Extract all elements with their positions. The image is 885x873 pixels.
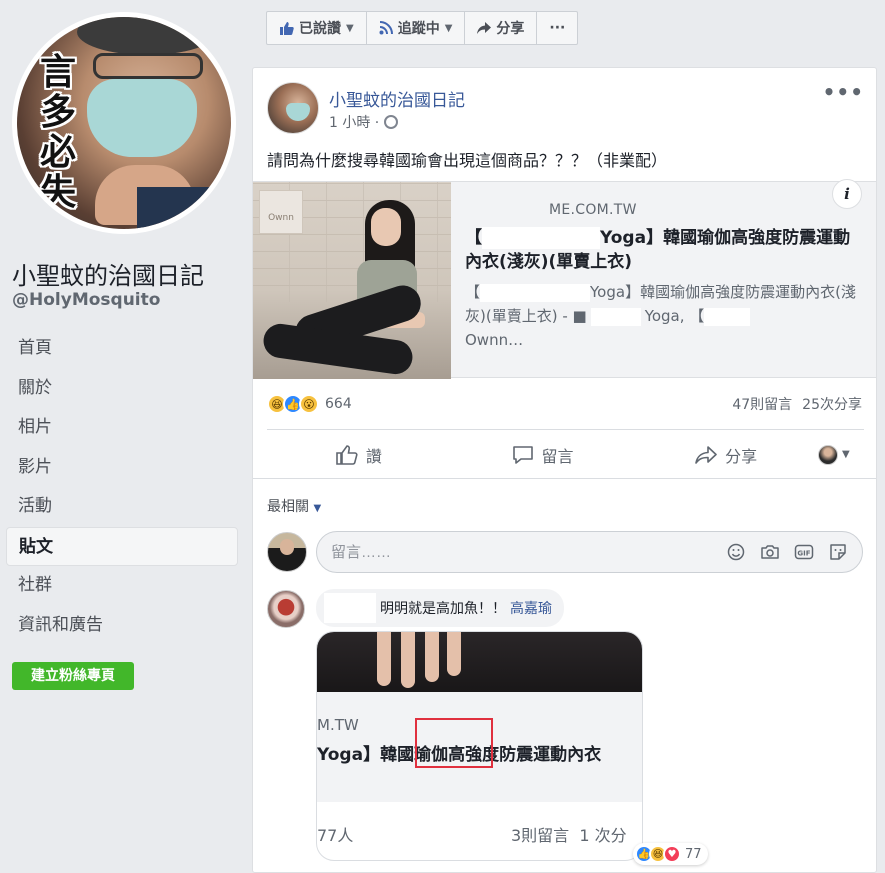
attachment-preview: M.TW Yoga】韓國瑜伽高強度防震運動內衣	[317, 692, 642, 802]
link-description: 【Yoga】韓國瑜伽高強度防震運動內衣(淺灰)(單賣上衣) - ■ Yoga, 【…	[465, 283, 856, 349]
commenter-avatar[interactable]	[267, 590, 305, 628]
svg-text:GIF: GIF	[797, 550, 810, 558]
comment-attachment[interactable]: M.TW Yoga】韓國瑜伽高強度防震運動內衣 77人 3則留言 1 次分	[316, 631, 643, 861]
profile-photo: 言多必失	[17, 17, 231, 229]
left-column: 言多必失 小聖蚊的治國日記 @HolyMosquito 首頁 關於 相片 影片 …	[0, 0, 252, 873]
highlight-box	[415, 718, 493, 768]
page-nav: 首頁 關於 相片 影片 活動 貼文 社群 資訊和廣告	[6, 329, 238, 645]
post-actions: 讚 留言 分享 ▼	[267, 429, 864, 479]
link-preview-image: Ownn	[253, 182, 451, 379]
create-page-button[interactable]: 建立粉絲專頁	[12, 662, 134, 690]
page-handle[interactable]: @HolyMosquito	[12, 290, 160, 310]
following-button[interactable]: 追蹤中 ▼	[367, 12, 466, 44]
comment-button[interactable]: 留言	[451, 443, 635, 467]
redaction	[704, 307, 751, 326]
comment-composer: GIF	[316, 531, 863, 573]
sticker-icon[interactable]	[828, 542, 848, 562]
share-button[interactable]: 分享	[634, 443, 818, 467]
ellipsis-icon: ···	[549, 20, 566, 36]
page-name[interactable]: 小聖蚊的治國日記	[12, 256, 204, 291]
gif-icon[interactable]: GIF	[794, 542, 814, 562]
profile-picture[interactable]: 言多必失	[12, 12, 236, 234]
share-arrow-icon	[695, 445, 717, 464]
post-timestamp[interactable]: 1 小時 ·	[329, 112, 399, 132]
love-reaction-icon: ♥	[663, 845, 681, 863]
comment-bubble-icon	[512, 445, 533, 464]
share-count[interactable]: 25次分享	[802, 394, 862, 414]
nav-item-info-ads[interactable]: 資訊和廣告	[6, 606, 238, 646]
camera-icon[interactable]	[760, 542, 780, 562]
nav-item-events[interactable]: 活動	[6, 487, 238, 527]
nav-item-posts[interactable]: 貼文	[6, 526, 238, 566]
redaction	[324, 593, 376, 623]
comment-reactions[interactable]: 👍 😆 ♥ 77	[633, 843, 708, 865]
post-options-button[interactable]: •••	[823, 80, 864, 104]
post-author-avatar[interactable]	[267, 82, 319, 134]
comment-reaction-count: 77	[685, 846, 702, 862]
nav-item-about[interactable]: 關於	[6, 369, 238, 409]
globe-icon	[384, 115, 399, 129]
brand-logo: Ownn	[259, 190, 303, 234]
rss-icon	[379, 21, 393, 35]
caret-down-icon: ▼	[842, 449, 850, 460]
attachment-domain: M.TW	[317, 716, 359, 734]
post-card: 小聖蚊的治國日記 1 小時 · ••• 請問為什麼搜尋韓國瑜會出現這個商品？？？…	[252, 67, 877, 873]
post-stats: 47則留言 25次分享	[732, 394, 862, 414]
nav-item-home[interactable]: 首頁	[6, 329, 238, 369]
link-meta: ME.COM.TW 【Yoga】韓國瑜伽高強度防震運動內衣(淺灰)(單賣上衣) …	[465, 202, 865, 352]
attachment-image	[317, 632, 642, 692]
comment-count[interactable]: 47則留言	[732, 394, 792, 414]
redaction	[480, 283, 591, 302]
post-text: 請問為什麼搜尋韓國瑜會出現這個商品？？？（非業配）	[267, 151, 668, 170]
thumbs-up-outline-icon	[336, 444, 358, 465]
comment-mention-link[interactable]: 高嘉瑜	[510, 598, 552, 618]
comment-bubble: 明明就是高加魚！！ 高嘉瑜	[316, 589, 564, 627]
liked-button[interactable]: 已說讚 ▼	[267, 12, 367, 44]
divider	[253, 478, 876, 479]
avatar	[818, 444, 839, 465]
share-arrow-icon	[477, 22, 492, 34]
redaction	[482, 227, 600, 249]
link-preview[interactable]: Ownn ME.COM.TW 【Yoga】韓國瑜伽高強度防震運動內衣(淺灰)(單…	[253, 181, 876, 379]
reaction-count: 664	[325, 396, 352, 412]
nav-item-photos[interactable]: 相片	[6, 408, 238, 448]
nav-item-videos[interactable]: 影片	[6, 448, 238, 488]
caret-down-icon: ▼	[346, 22, 354, 34]
current-user-avatar[interactable]	[267, 532, 307, 572]
redaction	[590, 307, 641, 326]
more-options-button[interactable]: ···	[537, 12, 577, 44]
info-icon[interactable]: i	[832, 179, 862, 209]
post-author-name[interactable]: 小聖蚊的治國日記	[329, 86, 465, 111]
comment-text: 明明就是高加魚！！	[380, 601, 506, 617]
link-domain: ME.COM.TW	[549, 202, 637, 218]
page-action-bar: 已說讚 ▼ 追蹤中 ▼ 分享 ···	[266, 11, 579, 45]
like-button[interactable]: 讚	[267, 443, 451, 467]
thumbs-up-icon	[280, 22, 294, 35]
comment-sort-dropdown[interactable]: 最相關 ▼	[267, 496, 321, 516]
wow-reaction-icon: 😮	[299, 394, 319, 414]
emoji-icon[interactable]	[726, 542, 746, 562]
nav-item-community[interactable]: 社群	[6, 566, 238, 606]
caret-down-icon: ▼	[444, 22, 453, 34]
comment-input[interactable]	[331, 543, 726, 561]
link-title[interactable]: 【Yoga】韓國瑜伽高強度防震運動內衣(淺灰)(單賣上衣)	[465, 226, 865, 274]
profile-slogan: 言多必失	[39, 52, 76, 213]
reaction-summary[interactable]: 😆 👍 😮 664	[267, 394, 352, 414]
share-page-button[interactable]: 分享	[465, 12, 538, 44]
post-as-selector[interactable]: ▼	[818, 444, 864, 465]
caret-down-icon: ▼	[313, 503, 322, 514]
